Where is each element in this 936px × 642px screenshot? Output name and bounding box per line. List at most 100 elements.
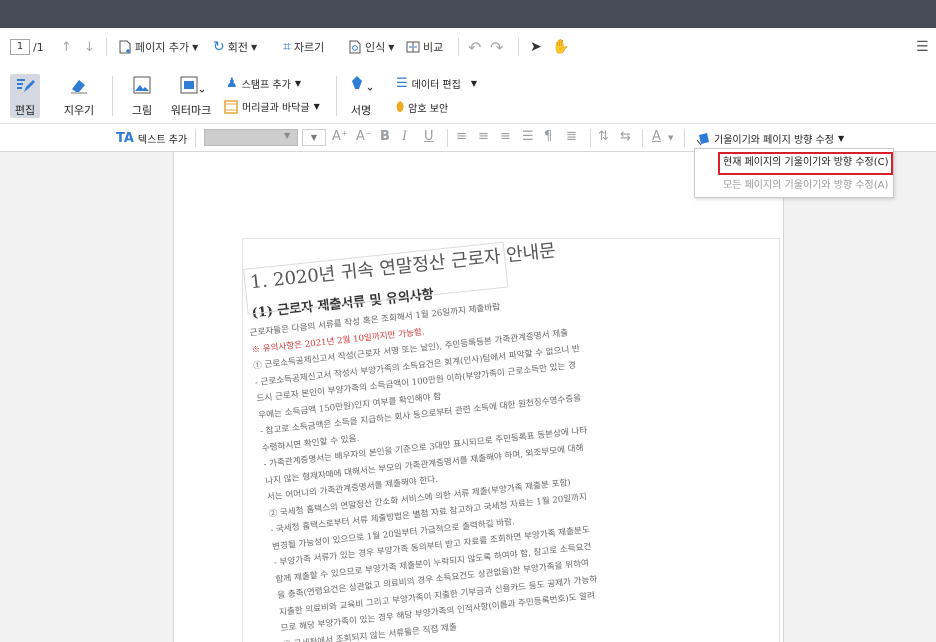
text-add-label: 텍스트 추가 [137,135,188,146]
edit-toolbar: 편집 지우기 그림 워터마크 ♟ 스탬프 추가 ▼ 머리글과 바닥글 ▼ 서명 … [0,66,936,124]
chevron-down-icon: ▼ [284,131,291,140]
document-workspace[interactable]: 1. 2020년 귀속 연말정산 근로자 안내문 (1) 근로자 제출서류 및 … [0,152,936,642]
compare-button[interactable]: 비교 [406,37,443,57]
crop-label: 자르기 [293,41,325,54]
header-footer-icon [224,99,238,114]
chevron-down-icon: ▼ [470,79,477,88]
data-edit-icon: ☰ [396,76,408,91]
ocr-button[interactable]: 인식 ▼ [348,37,394,57]
rotate-button[interactable]: ↻ 회전 ▼ [213,37,257,57]
erase-label: 지우기 [63,104,95,117]
align-left-icon[interactable]: ≡ [456,129,467,144]
page-navigator: 1 /1 [10,37,44,57]
align-right-icon[interactable]: ≡ [500,129,511,144]
menu-item-highlight-box [718,152,893,175]
next-page-icon[interactable]: ↓ [84,37,95,57]
ocr-label: 인식 [365,41,386,54]
char-spacing-icon[interactable]: ⇆ [620,129,631,144]
skew-fix-label: 기울이기와 페이지 방향 수정 [714,135,834,146]
toolbar-divider [106,38,107,56]
chevron-down-icon: ▼ [294,79,301,88]
toolbar-divider [447,129,448,147]
scanned-content: 1. 2020년 귀속 연말정산 근로자 안내문 (1) 근로자 제출서류 및 … [242,238,780,642]
crop-button[interactable]: ⌗ 자르기 [283,37,324,57]
select-cursor-icon[interactable]: ➤ [530,37,542,57]
password-security-button[interactable]: ⬮ 암호 보안 [396,100,448,115]
add-page-button[interactable]: 페이지 추가 ▼ [118,37,198,57]
data-edit-button[interactable]: ☰ 데이터 편집 ▼ [396,76,477,91]
text-add-button[interactable]: TA 텍스트 추가 [116,131,187,146]
chevron-down-icon: ▼ [250,42,258,52]
data-edit-label: 데이터 편집 [411,80,461,91]
chevron-down-icon: ▼ [837,134,845,143]
sign-button[interactable]: 서명 [346,74,376,118]
add-page-label: 페이지 추가 [135,41,190,54]
justify-icon[interactable]: ☰ [522,129,534,144]
list-icon[interactable]: ≣ [566,129,577,144]
watermark-button[interactable]: 워터마크 [168,74,214,118]
font-size-select[interactable]: ▼ [302,129,326,146]
header-footer-button[interactable]: 머리글과 바닥글 ▼ [224,99,320,114]
hand-tool-icon[interactable]: ✋ [552,37,569,57]
skewed-text-block: 1. 2020년 귀속 연말정산 근로자 안내문 (1) 근로자 제출서류 및 … [243,239,779,642]
chevron-down-icon: ▼ [313,102,320,111]
erase-button[interactable]: 지우기 [62,74,96,118]
rotate-icon: ↻ [213,39,225,55]
add-page-icon [119,40,131,54]
underline-icon[interactable]: U [424,129,434,144]
image-button[interactable]: 그림 [128,74,156,118]
toolbar-divider [458,38,459,56]
stamp-add-label: 스탬프 추가 [241,80,291,91]
pdf-page: 1. 2020년 귀속 연말정산 근로자 안내문 (1) 근로자 제출서류 및 … [173,152,784,642]
redo-icon[interactable]: ↷ [490,37,503,57]
rotate-label: 회전 [227,41,248,54]
bold-icon[interactable]: B [380,129,390,144]
increase-font-icon[interactable]: A⁺ [332,129,348,144]
stamp-add-button[interactable]: ♟ 스탬프 추가 ▼ [226,76,301,91]
undo-icon[interactable]: ↶ [468,37,481,57]
watermark-icon [180,76,205,94]
ocr-icon [349,40,361,54]
page-number-input[interactable]: 1 [10,39,30,55]
prev-page-icon[interactable]: ↑ [61,37,72,57]
toolbar-divider [590,129,591,147]
pen-nib-icon [352,76,373,91]
page-total: /1 [33,40,44,54]
stamp-icon: ♟ [226,76,238,91]
panel-toggle-icon[interactable]: ☰ [916,37,929,57]
line-spacing-icon[interactable]: ⇅ [598,129,609,144]
compare-icon [406,41,420,53]
compare-label: 비교 [423,41,444,54]
eraser-icon [71,80,87,94]
chevron-down-icon: ▼ [192,42,199,52]
toolbar-divider [112,76,113,116]
watermark-label: 워터마크 [170,104,212,117]
chevron-down-icon: ▼ [388,42,395,52]
toolbar-divider [518,38,519,56]
password-security-label: 암호 보안 [408,104,449,115]
edit-icon [17,79,35,92]
main-toolbar: 1 /1 ↑ ↓ 페이지 추가 ▼ ↻ 회전 ▼ ⌗ 자르기 인식 ▼ 비교 ↶… [0,28,936,66]
title-bar [0,0,936,28]
skew-fix-button[interactable]: 기울이기와 페이지 방향 수정 ▼ [696,131,844,146]
paragraph-icon[interactable]: ¶ [544,129,552,144]
edit-button[interactable]: 편집 [10,74,40,118]
toolbar-divider [336,76,337,116]
image-label: 그림 [131,104,153,117]
toolbar-divider [642,129,643,147]
font-color-icon[interactable]: A [652,129,661,144]
toolbar-divider [195,129,196,147]
align-center-icon[interactable]: ≡ [478,129,489,144]
italic-icon[interactable]: I [402,129,407,144]
menu-item-all-pages[interactable]: 모든 페이지의 기울이기와 방향 수정(A) [695,175,893,197]
decrease-font-icon[interactable]: A⁻ [356,129,372,144]
shield-icon: ⬮ [396,100,405,115]
toolbar-divider [684,129,685,147]
skew-fix-dropdown-menu: 현재 페이지의 기울이기와 방향 수정(C) 모든 페이지의 기울이기와 방향 … [694,148,894,198]
edit-label: 편집 [14,104,36,117]
header-footer-label: 머리글과 바닥글 [242,103,310,114]
chevron-down-icon: ▼ [668,134,674,142]
image-icon [133,76,151,94]
sign-label: 서명 [350,104,372,117]
text-add-icon: TA [116,131,134,146]
